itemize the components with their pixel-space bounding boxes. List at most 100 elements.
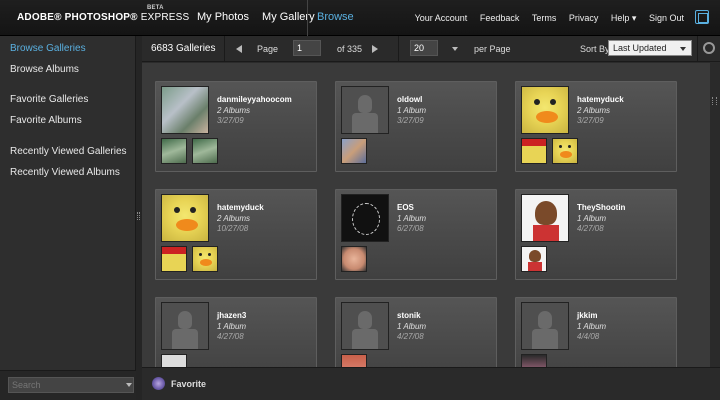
gallery-date: 4/27/08: [217, 332, 244, 341]
scrollbar[interactable]: [710, 63, 720, 367]
sidebar-item-favorite-galleries[interactable]: Favorite Galleries: [10, 94, 88, 105]
album-thumbnail[interactable]: [552, 138, 578, 164]
per-page-input[interactable]: [410, 40, 438, 56]
app-logo[interactable]: ADOBE® PHOTOSHOP® EXPRESS BETA: [17, 5, 189, 23]
gallery-album-count: 1 Album: [577, 214, 607, 223]
nav-my-photos[interactable]: My Photos: [197, 11, 249, 23]
gallery-album-count: 2 Albums: [217, 106, 251, 115]
album-thumbnail[interactable]: [161, 138, 187, 164]
photoshop-express-app: ADOBE® PHOTOSHOP® EXPRESS BETA My Photos…: [0, 0, 720, 400]
gallery-toolbar: 6683 Galleries Page of 335 per Page Sort…: [142, 36, 720, 62]
nav-feedback[interactable]: Feedback: [480, 13, 520, 23]
gallery-owner-name[interactable]: jhazen3: [217, 311, 246, 320]
album-thumbnail[interactable]: [161, 246, 187, 272]
gallery-thumbnail[interactable]: [521, 194, 569, 242]
nav-help[interactable]: Help ▾: [611, 13, 637, 23]
sidebar-item-recent-albums[interactable]: Recently Viewed Albums: [10, 167, 120, 178]
gallery-owner-name[interactable]: danmileyyahoocom: [217, 95, 292, 104]
left-sidebar: Browse Galleries Browse Albums Favorite …: [0, 36, 136, 400]
sort-select[interactable]: Last Updated: [608, 40, 692, 56]
nav-browse[interactable]: Browse: [317, 11, 354, 23]
gallery-card[interactable]: hatemyduck 2 Albums 10/27/08: [155, 189, 317, 280]
sort-value: Last Updated: [613, 43, 667, 53]
gallery-grid: danmileyyahoocom 2 Albums 3/27/09 oldowl 1 A…: [142, 63, 710, 367]
gallery-card[interactable]: EOS 1 Album 6/27/08: [335, 189, 497, 280]
toolbar-divider: [224, 36, 225, 62]
gallery-card[interactable]: jhazen3 1 Album 4/27/08: [155, 297, 317, 367]
album-thumbnail[interactable]: [192, 246, 218, 272]
gallery-date: 3/27/09: [217, 116, 244, 125]
album-thumbnail[interactable]: [192, 138, 218, 164]
gallery-owner-name[interactable]: TheyShootin: [577, 203, 625, 212]
gallery-owner-name[interactable]: EOS: [397, 203, 414, 212]
next-page-icon[interactable]: [372, 45, 378, 53]
gallery-card[interactable]: oldowl 1 Album 3/27/09: [335, 81, 497, 172]
gallery-owner-name[interactable]: oldowl: [397, 95, 422, 104]
sidebar-item-recent-galleries[interactable]: Recently Viewed Galleries: [10, 146, 127, 157]
main-nav: My Photos My Gallery Browse: [197, 0, 354, 36]
gallery-owner-name[interactable]: stonik: [397, 311, 421, 320]
gallery-thumbnail[interactable]: [521, 302, 569, 350]
favorite-button[interactable]: Favorite: [171, 379, 206, 389]
gallery-owner-name[interactable]: hatemyduck: [577, 95, 624, 104]
gallery-album-count: 1 Album: [577, 322, 607, 331]
nav-sign-out[interactable]: Sign Out: [649, 13, 684, 23]
gallery-thumbnail[interactable]: [521, 86, 569, 134]
toolbar-divider: [697, 36, 698, 62]
chevron-down-icon[interactable]: [126, 383, 132, 387]
sidebar-search-area: [0, 370, 136, 400]
gallery-card[interactable]: danmileyyahoocom 2 Albums 3/27/09: [155, 81, 317, 172]
gallery-card[interactable]: hatemyduck 2 Albums 3/27/09: [515, 81, 677, 172]
gallery-thumbnail[interactable]: [161, 194, 209, 242]
per-page-label: per Page: [474, 44, 511, 54]
nav-terms[interactable]: Terms: [532, 13, 557, 23]
account-nav: Your Account Feedback Terms Privacy Help…: [405, 13, 684, 24]
gallery-thumbnail[interactable]: [161, 86, 209, 134]
gallery-album-count: 1 Album: [397, 106, 427, 115]
gallery-owner-name[interactable]: hatemyduck: [217, 203, 264, 212]
gallery-date: 4/27/08: [577, 224, 604, 233]
nav-divider: [307, 0, 308, 36]
album-thumbnail[interactable]: [341, 354, 367, 367]
chevron-down-icon[interactable]: [452, 47, 458, 51]
sidebar-item-browse-galleries[interactable]: Browse Galleries: [10, 43, 86, 54]
gallery-album-count: 1 Album: [397, 214, 427, 223]
gallery-date: 6/27/08: [397, 224, 424, 233]
favorite-icon[interactable]: [152, 377, 165, 390]
sidebar-item-favorite-albums[interactable]: Favorite Albums: [10, 115, 82, 126]
gallery-count: 6683 Galleries: [151, 43, 216, 54]
scroll-thumb[interactable]: [712, 97, 717, 105]
nav-your-account[interactable]: Your Account: [415, 13, 468, 23]
prev-page-icon[interactable]: [236, 45, 242, 53]
gallery-owner-name[interactable]: jkkim: [577, 311, 597, 320]
album-thumbnail[interactable]: [341, 138, 367, 164]
gallery-thumbnail[interactable]: [161, 302, 209, 350]
fullscreen-icon[interactable]: [695, 10, 709, 24]
page-number-input[interactable]: [293, 40, 321, 56]
gallery-album-count: 2 Albums: [577, 106, 611, 115]
gallery-date: 10/27/08: [217, 224, 249, 233]
album-thumbnail[interactable]: [161, 354, 187, 367]
gallery-thumbnail[interactable]: [341, 302, 389, 350]
search-input[interactable]: [8, 377, 134, 393]
gallery-date: 4/4/08: [577, 332, 600, 341]
album-thumbnail[interactable]: [521, 354, 547, 367]
gallery-album-count: 1 Album: [217, 322, 247, 331]
gallery-thumbnail[interactable]: [341, 194, 389, 242]
sidebar-item-browse-albums[interactable]: Browse Albums: [10, 64, 79, 75]
album-thumbnail[interactable]: [521, 138, 547, 164]
gallery-album-count: 1 Album: [397, 322, 427, 331]
gallery-card[interactable]: stonik 1 Album 4/27/08: [335, 297, 497, 367]
nav-privacy[interactable]: Privacy: [569, 13, 599, 23]
refresh-icon[interactable]: [703, 42, 715, 54]
top-bar: ADOBE® PHOTOSHOP® EXPRESS BETA My Photos…: [0, 0, 720, 36]
gallery-card[interactable]: TheyShootin 1 Album 4/27/08: [515, 189, 677, 280]
album-thumbnail[interactable]: [341, 246, 367, 272]
toolbar-divider: [398, 36, 399, 62]
gallery-date: 3/27/09: [397, 116, 424, 125]
gallery-thumbnail[interactable]: [341, 86, 389, 134]
gallery-date: 4/27/08: [397, 332, 424, 341]
page-total: of 335: [337, 44, 363, 54]
gallery-card[interactable]: jkkim 1 Album 4/4/08: [515, 297, 677, 367]
album-thumbnail[interactable]: [521, 246, 547, 272]
